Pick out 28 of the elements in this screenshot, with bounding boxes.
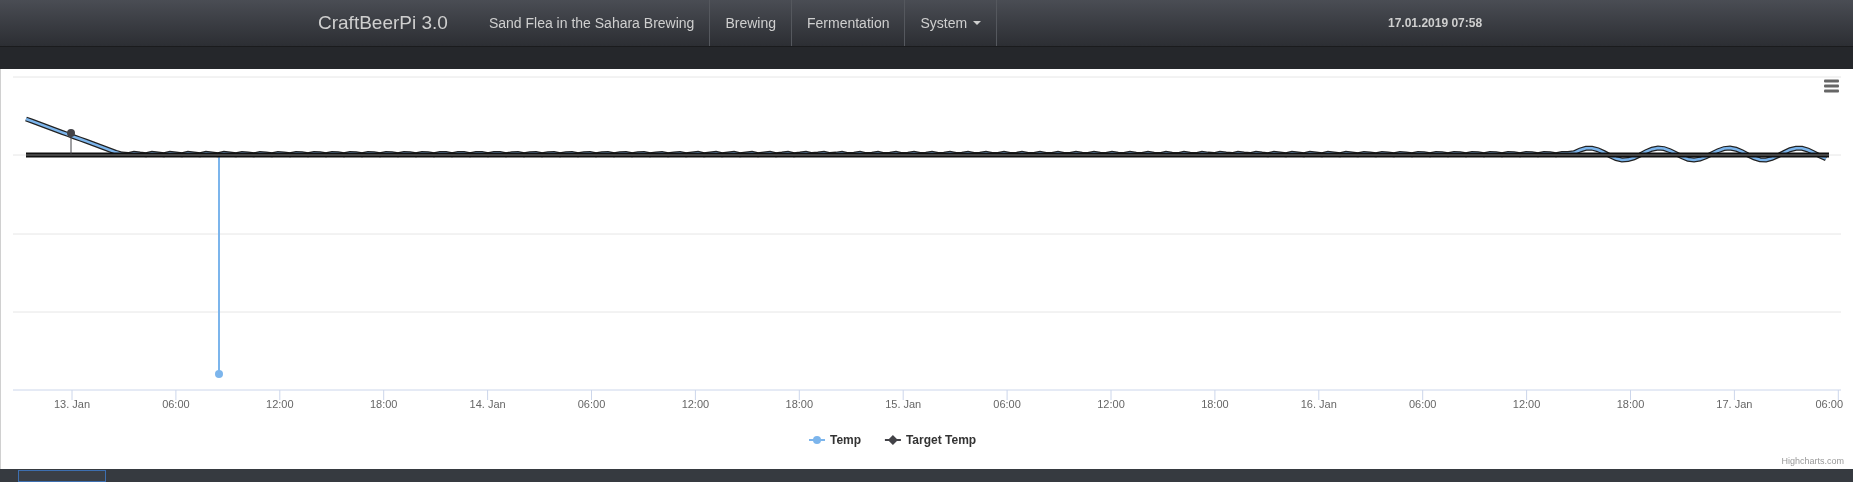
clock-text: 17.01.2019 07:58	[1388, 15, 1483, 32]
axis-label: 14. Jan	[469, 398, 506, 410]
dropdown-menu-link[interactable]: System	[904, 0, 998, 46]
axis-label: 12:00	[681, 398, 710, 410]
nav-link[interactable]: Sand Flea in the Sahara Brewing	[473, 0, 710, 46]
axis-label: 18:00	[1201, 398, 1229, 410]
axis-label: 16. Jan	[1300, 398, 1337, 410]
legend-label[interactable]: Temp	[830, 433, 862, 447]
axis-label: 12:00	[266, 398, 294, 410]
axis-label: 18:00	[785, 398, 814, 410]
axis-label: 15. Jan	[885, 398, 922, 410]
axis-label: 06:00	[1815, 398, 1843, 410]
axis-label: 17. Jan	[1716, 398, 1753, 410]
axis-label: 12:00	[1097, 398, 1125, 410]
caret-icon	[973, 21, 982, 25]
brand-title[interactable]: CraftBeerPi 3.0	[318, 8, 474, 38]
legend-label[interactable]: Target Temp	[905, 433, 977, 447]
axis-label: 06:00	[1408, 398, 1437, 410]
axis-label: 06:00	[162, 398, 190, 410]
axis-label: 13. Jan	[53, 398, 91, 410]
nav-link[interactable]: Fermentation	[790, 0, 905, 46]
axis-label: 06:00	[993, 398, 1021, 410]
axis-label: 12:00	[1512, 398, 1541, 410]
axis-label: 18:00	[369, 398, 398, 410]
axis-label: 06:00	[577, 398, 606, 410]
menu-icon[interactable]	[1824, 79, 1839, 93]
axis-label: 18:00	[1616, 398, 1645, 410]
nav-link[interactable]: Brewing	[709, 0, 791, 46]
